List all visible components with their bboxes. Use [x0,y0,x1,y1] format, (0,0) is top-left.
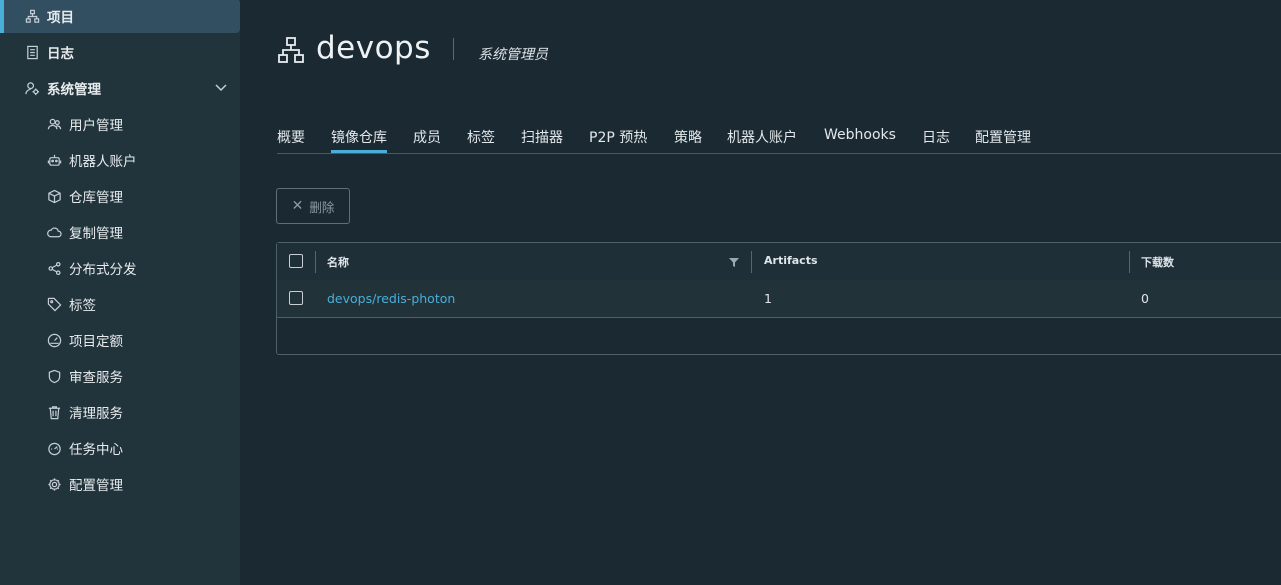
log-icon [24,44,40,60]
tab-repositories[interactable]: 镜像仓库 [331,127,387,153]
pull-count: 0 [1141,291,1149,306]
tab-bar: 概要 镜像仓库 成员 标签 扫描器 P2P 预热 策略 机器人账户 Webhoo… [277,127,1281,154]
sidebar-item-label: 项目定额 [69,334,123,350]
sidebar-item-label: 仓库管理 [69,190,123,206]
sidebar-item-robot-accounts[interactable]: 机器人账户 [0,143,240,177]
column-separator [1129,251,1130,273]
column-header-pulls[interactable]: 下载数 [1141,254,1174,270]
trash-icon [46,404,62,420]
gauge-icon [46,440,62,456]
table-row: devops/redis-photon 1 0 [277,280,1281,318]
sidebar-item-distributions[interactable]: 分布式分发 [0,251,240,285]
share-icon [46,260,62,276]
sidebar-item-label: 审查服务 [69,370,123,386]
sidebar-item-registries[interactable]: 仓库管理 [0,179,240,213]
sidebar-item-users[interactable]: 用户管理 [0,107,240,141]
tab-p2p-preheat[interactable]: P2P 预热 [589,127,647,152]
role-label: 系统管理员 [478,47,548,63]
tab-labels[interactable]: 标签 [467,127,495,152]
sidebar-item-label: 复制管理 [69,226,123,242]
sidebar-item-label: 机器人账户 [69,154,137,170]
tab-robot-accounts[interactable]: 机器人账户 [727,127,797,152]
sidebar-item-labels[interactable]: 标签 [0,287,240,321]
sidebar-item-configuration[interactable]: 配置管理 [0,467,240,501]
system-admin-icon [24,80,40,96]
column-separator [315,251,316,273]
sidebar-item-label: 分布式分发 [69,262,137,278]
tag-icon [46,296,62,312]
sidebar-item-job-service[interactable]: 任务中心 [0,431,240,465]
sidebar-item-label: 系统管理 [47,82,101,98]
filter-icon[interactable] [729,257,739,267]
sidebar-item-label: 配置管理 [69,478,123,494]
tab-summary[interactable]: 概要 [277,127,305,152]
delete-label: 删除 [309,199,335,215]
users-icon [46,116,62,132]
project-icon [277,36,305,64]
close-icon: ✕ [291,198,304,214]
sidebar-item-label: 清理服务 [69,406,123,422]
dashboard-icon [46,332,62,348]
sidebar-item-replications[interactable]: 复制管理 [0,215,240,249]
sidebar-item-project-quotas[interactable]: 项目定额 [0,323,240,357]
chevron-down-icon[interactable] [214,80,228,98]
column-header-name[interactable]: 名称 [327,254,349,270]
robot-icon [46,152,62,168]
sidebar-item-label: 项目 [47,10,74,26]
tab-configuration[interactable]: 配置管理 [975,127,1031,152]
cube-icon [46,188,62,204]
column-header-artifacts[interactable]: Artifacts [764,254,818,267]
sidebar-item-clean-up[interactable]: 清理服务 [0,395,240,429]
page-title: devops [316,30,431,66]
gear-icon [46,476,62,492]
sidebar-item-projects[interactable]: 项目 [0,0,240,33]
repository-name-link[interactable]: devops/redis-photon [327,291,455,306]
sidebar-item-label: 标签 [69,298,96,314]
sidebar: 项目 日志 系统管理 用户管理 机器人账户 仓库管理 复制管理 分布式分发 标签… [0,0,240,585]
sidebar-item-interrogation-services[interactable]: 审查服务 [0,359,240,393]
project-icon [24,8,40,24]
sidebar-item-system-admin[interactable]: 系统管理 [0,71,240,105]
column-separator [751,251,752,273]
repositories-table: 名称 Artifacts 下载数 devops/redis-photon 1 0 [276,242,1281,355]
table-header: 名称 Artifacts 下载数 [277,243,1281,281]
tab-scanner[interactable]: 扫描器 [521,127,563,152]
sidebar-item-label: 任务中心 [69,442,123,458]
sidebar-item-label: 用户管理 [69,118,123,134]
sidebar-item-label: 日志 [47,46,74,62]
cloud-icon [46,224,62,240]
tab-webhooks[interactable]: Webhooks [824,127,896,152]
header-divider [453,38,454,60]
delete-button[interactable]: ✕ 删除 [276,188,350,224]
sidebar-item-logs[interactable]: 日志 [0,35,240,69]
shield-icon [46,368,62,384]
row-checkbox[interactable] [289,291,303,305]
tab-members[interactable]: 成员 [413,127,441,152]
artifacts-count: 1 [764,291,772,306]
tab-policy[interactable]: 策略 [674,127,702,152]
tab-logs[interactable]: 日志 [922,127,950,152]
select-all-checkbox[interactable] [289,254,303,268]
